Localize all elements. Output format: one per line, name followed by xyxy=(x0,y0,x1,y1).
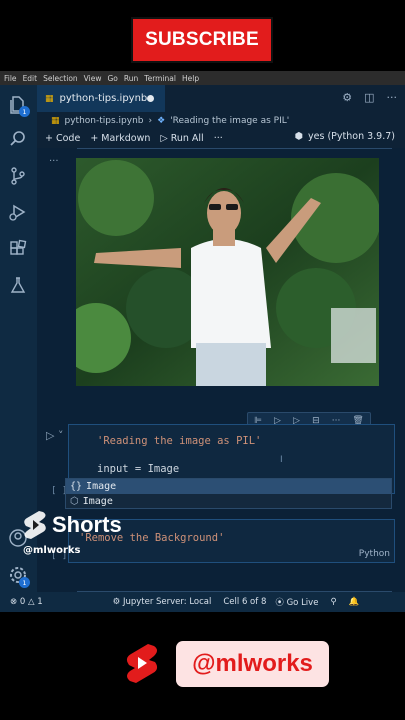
search-icon[interactable] xyxy=(8,129,28,149)
breadcrumb-file[interactable]: python-tips.ipynb xyxy=(65,116,144,126)
notebook-icon: ▦ xyxy=(45,93,54,104)
shorts-watermark: Shorts xyxy=(22,509,122,541)
explorer-badge: 1 xyxy=(19,106,30,117)
jupyter-server-status[interactable]: ⚙ Jupyter Server: Local xyxy=(113,597,212,607)
tab-actions: ⚙ ◫ ··· xyxy=(342,91,397,104)
run-cell-button[interactable]: ▷ ˅ xyxy=(46,429,63,442)
menu-go[interactable]: Go xyxy=(107,74,117,83)
menu-view[interactable]: View xyxy=(84,74,102,83)
manage-gear-icon[interactable]: 1 xyxy=(8,565,30,588)
channel-brand: @mlworks xyxy=(124,641,329,687)
menu-edit[interactable]: Edit xyxy=(23,74,38,83)
channel-handle[interactable]: @mlworks xyxy=(176,641,329,687)
problems-indicator[interactable]: ⊗ 0 △ 1 xyxy=(10,597,43,607)
tab-label: python-tips.ipynb xyxy=(59,93,148,104)
code-input-line[interactable]: input = Image xyxy=(97,463,179,475)
shorts-handle: @mlworks xyxy=(23,545,81,556)
unsaved-dot-icon[interactable] xyxy=(147,95,154,102)
vscode-window: File Edit Selection View Go Run Terminal… xyxy=(0,71,405,612)
toolbar-more-button[interactable]: ··· xyxy=(214,133,223,144)
shorts-label: Shorts xyxy=(52,512,122,537)
menu-terminal[interactable]: Terminal xyxy=(144,74,176,83)
kernel-label: yes (Python 3.9.7) xyxy=(308,131,395,142)
code-string: 'Reading the image as PIL' xyxy=(97,435,262,447)
add-markdown-button[interactable]: + Markdown xyxy=(90,133,150,144)
menu-file[interactable]: File xyxy=(4,74,17,83)
split-editor-icon[interactable]: ◫ xyxy=(364,91,374,104)
notifications-bell-icon[interactable]: 🔔 xyxy=(349,597,360,607)
kernel-picker[interactable]: ⬢ yes (Python 3.9.7) xyxy=(295,131,395,142)
tab-python-tips[interactable]: ▦ python-tips.ipynb xyxy=(37,85,165,112)
go-live-button[interactable]: ⦿ Go Live xyxy=(275,596,318,608)
kernel-icon: ⬢ xyxy=(294,131,304,142)
suggestion-label: Image xyxy=(82,496,113,507)
text-cursor-icon: I xyxy=(280,455,283,465)
run-all-button[interactable]: ▷ Run All xyxy=(160,133,203,144)
suggestion-item[interactable]: ⬡ Image xyxy=(66,494,391,509)
add-code-button[interactable]: + Code xyxy=(45,133,80,144)
video-frame: SUBSCRIBE File Edit Selection View Go Ru… xyxy=(0,0,405,720)
settings-gear-icon[interactable]: ⚙ xyxy=(342,91,352,104)
testing-flask-icon[interactable] xyxy=(8,275,28,295)
output-more-icon[interactable]: ··· xyxy=(49,156,59,167)
youtube-shorts-icon xyxy=(126,644,158,683)
status-bar: ⊗ 0 △ 1 ⚙ Jupyter Server: Local Cell 6 o… xyxy=(0,592,405,612)
breadcrumb-section[interactable]: 'Reading the image as PIL' xyxy=(170,116,289,126)
feedback-icon[interactable]: ⚲ xyxy=(330,597,336,607)
chevron-right-icon: › xyxy=(148,115,153,126)
menu-help[interactable]: Help xyxy=(182,74,199,83)
explorer-icon[interactable]: 1 xyxy=(8,94,30,117)
notebook-toolbar: + Code + Markdown ▷ Run All ··· ⬢ yes (P… xyxy=(37,129,405,148)
breadcrumb-file-icon: ▦ xyxy=(51,115,60,126)
source-control-icon[interactable] xyxy=(8,166,28,186)
subscribe-button[interactable]: SUBSCRIBE xyxy=(131,17,273,63)
output-image xyxy=(76,158,379,386)
menu-bar: File Edit Selection View Go Run Terminal… xyxy=(0,71,405,85)
menu-run[interactable]: Run xyxy=(124,74,138,83)
cell-divider xyxy=(77,148,392,149)
accounts-badge: 1 xyxy=(19,577,30,588)
cell-language-label[interactable]: Python xyxy=(359,549,390,559)
suggestion-item[interactable]: {} Image xyxy=(66,479,391,494)
breadcrumb: ▦ python-tips.ipynb › ❖ 'Reading the ima… xyxy=(37,112,405,129)
extensions-icon[interactable] xyxy=(8,239,28,259)
editor-tab-bar: ▦ python-tips.ipynb ⚙ ◫ ··· xyxy=(37,85,405,112)
shorts-logo-icon xyxy=(24,511,46,539)
module-cube-icon: ⬡ xyxy=(70,496,79,507)
more-actions-icon[interactable]: ··· xyxy=(387,91,398,104)
suggestion-label: Image xyxy=(86,481,117,492)
run-debug-icon[interactable] xyxy=(8,202,28,222)
namespace-icon: {} xyxy=(70,481,83,492)
cell-position[interactable]: Cell 6 of 8 xyxy=(223,597,266,607)
autocomplete-widget: {} Image ⬡ Image xyxy=(65,478,392,509)
menu-selection[interactable]: Selection xyxy=(43,74,78,83)
breadcrumb-cell-icon: ❖ xyxy=(157,115,166,126)
